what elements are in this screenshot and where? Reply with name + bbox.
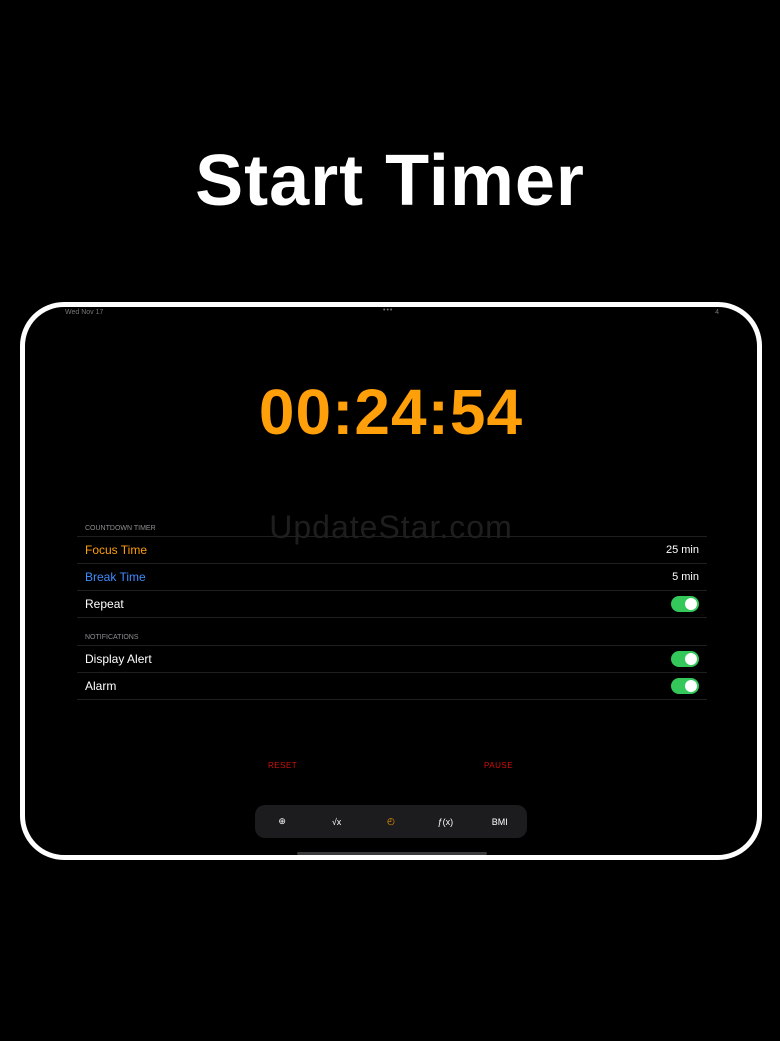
home-indicator bbox=[297, 852, 487, 855]
pause-button[interactable]: PAUSE bbox=[484, 761, 513, 770]
repeat-toggle[interactable] bbox=[671, 596, 699, 612]
display-alert-toggle[interactable] bbox=[671, 651, 699, 667]
square-root-icon[interactable]: √x bbox=[317, 817, 357, 827]
toggle-knob bbox=[685, 653, 697, 665]
notifications-section: NOTIFICATIONS Display Alert Alarm bbox=[77, 631, 707, 700]
alarm-row: Alarm bbox=[77, 672, 707, 700]
repeat-row: Repeat bbox=[77, 590, 707, 618]
status-indicator: 4 bbox=[715, 309, 719, 316]
countdown-display: 00:24:54 bbox=[258, 376, 524, 448]
ipad-frame: Wed Nov 17 ••• 4 00:24:54 UpdateStar.com… bbox=[20, 302, 762, 860]
break-time-row[interactable]: Break Time 5 min bbox=[77, 563, 707, 590]
display-alert-label: Display Alert bbox=[85, 652, 152, 666]
plus-minus-icon[interactable]: ⊕ bbox=[262, 816, 302, 827]
focus-time-value: 25 min bbox=[665, 544, 699, 556]
alarm-toggle[interactable] bbox=[671, 678, 699, 694]
countdown-section: COUNTDOWN TIMER Focus Time 25 min Break … bbox=[77, 522, 707, 618]
focus-time-row[interactable]: Focus Time 25 min bbox=[77, 536, 707, 563]
display-alert-row: Display Alert bbox=[77, 645, 707, 672]
function-icon[interactable]: ƒ(x) bbox=[425, 817, 465, 827]
status-bar: Wed Nov 17 ••• 4 bbox=[25, 307, 757, 319]
repeat-label: Repeat bbox=[85, 597, 124, 611]
break-time-value: 5 min bbox=[672, 571, 699, 583]
tab-bar: ⊕ √x ◴ ƒ(x) BMI bbox=[255, 805, 527, 838]
alarm-label: Alarm bbox=[85, 679, 117, 693]
notifications-header: NOTIFICATIONS bbox=[85, 634, 139, 641]
page-headline: Start Timer bbox=[195, 141, 585, 221]
break-time-label: Break Time bbox=[85, 570, 146, 584]
reset-button[interactable]: RESET bbox=[268, 761, 297, 770]
focus-time-label: Focus Time bbox=[85, 543, 148, 557]
toggle-knob bbox=[685, 680, 697, 692]
status-date: Wed Nov 17 bbox=[65, 309, 104, 316]
toggle-knob bbox=[685, 598, 697, 610]
bmi-tab[interactable]: BMI bbox=[480, 817, 520, 827]
timer-icon[interactable]: ◴ bbox=[371, 816, 411, 827]
countdown-header: COUNTDOWN TIMER bbox=[85, 525, 156, 532]
multitasking-dots[interactable]: ••• bbox=[383, 307, 393, 314]
